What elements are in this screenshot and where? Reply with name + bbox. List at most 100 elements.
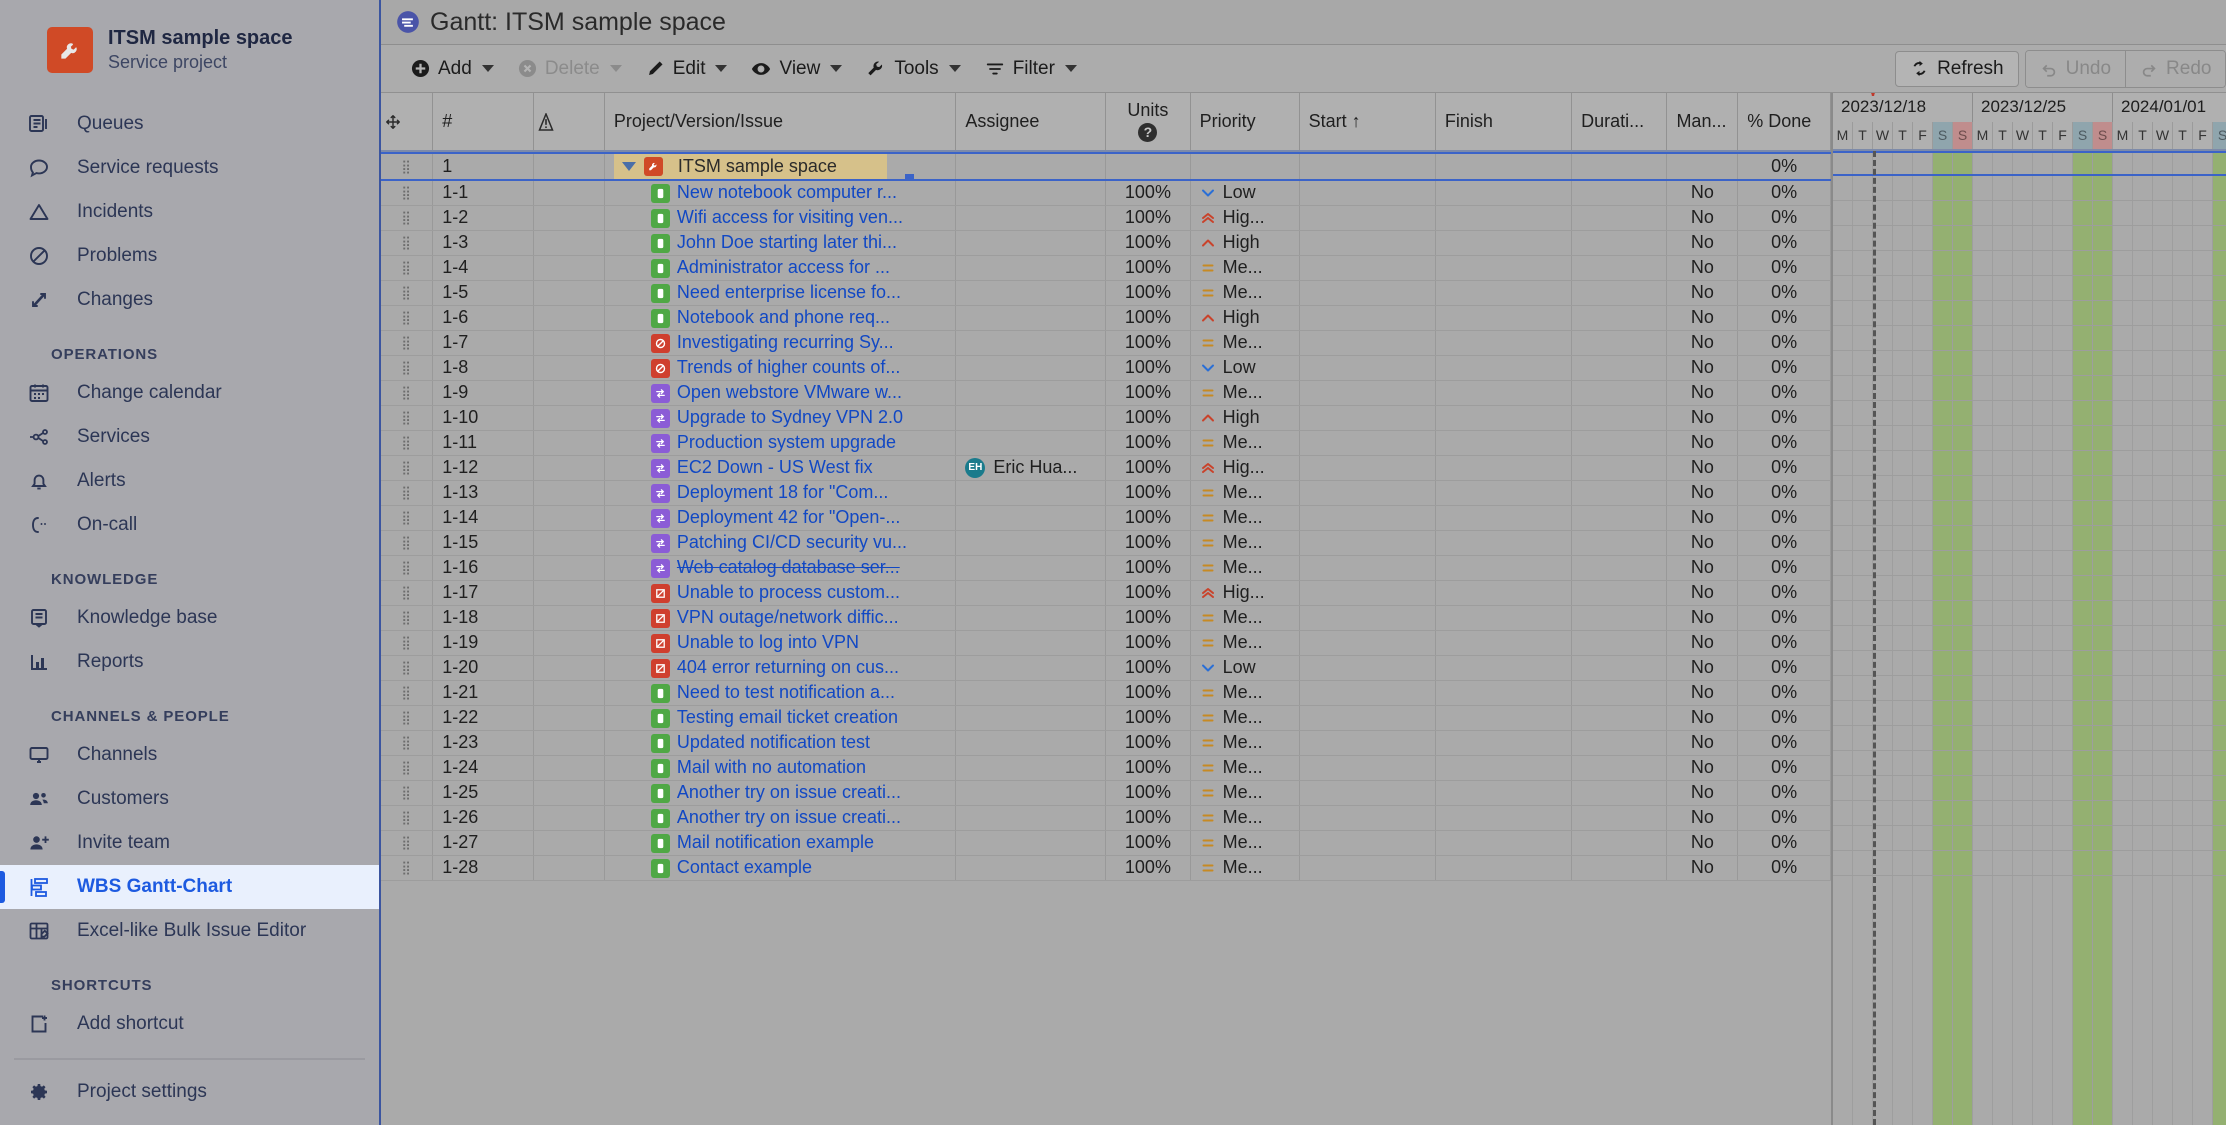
row-priority[interactable]: Me... [1190,680,1300,706]
table-row[interactable]: ⣿ 1-9 Open webstore VMware w... 100% Me... No… [381,380,1831,406]
sidebar-item-customers[interactable]: Customers [0,777,379,821]
row-drag-handle[interactable]: ⣿ [381,280,434,306]
row-done[interactable]: 0% [1737,655,1831,681]
issue-link[interactable]: Administrator access for ... [677,257,890,277]
row-units[interactable]: 100% [1105,755,1191,781]
view-button[interactable]: View [739,52,854,86]
row-start[interactable] [1299,355,1436,381]
row-assignee[interactable] [955,680,1107,706]
row-finish[interactable] [1435,380,1573,406]
row-drag-handle[interactable]: ⣿ [381,330,434,356]
row-finish[interactable] [1435,430,1573,456]
row-name[interactable]: Unable to log into VPN [604,630,957,656]
row-duration[interactable] [1571,180,1668,206]
issue-link[interactable]: Notebook and phone req... [677,307,890,327]
summary-row[interactable]: ⣿ 1 ITSM sample space 0% [381,153,1831,181]
row-priority[interactable]: Me... [1190,605,1300,631]
row-manual[interactable]: No [1666,505,1739,531]
column-project-version-issue[interactable]: Project/Version/Issue [604,93,957,151]
row-units[interactable]: 100% [1105,330,1191,356]
row-done[interactable]: 0% [1737,455,1831,481]
row-finish[interactable] [1435,330,1573,356]
row-name[interactable]: Web catalog database ser... [604,555,957,581]
row-name[interactable]: VPN outage/network diffic... [604,605,957,631]
row-units[interactable]: 100% [1105,180,1191,206]
row-assignee[interactable] [955,855,1107,881]
row-priority[interactable]: Me... [1190,780,1300,806]
row-units[interactable]: 100% [1105,780,1191,806]
row-finish[interactable] [1435,705,1573,731]
sidebar-item-change-calendar[interactable]: Change calendar [0,371,379,415]
row-drag-handle[interactable]: ⣿ [381,205,434,231]
row-assignee[interactable] [955,305,1107,331]
filter-button[interactable]: Filter [973,52,1089,86]
row-finish[interactable] [1435,255,1573,281]
row-manual[interactable]: No [1666,330,1739,356]
row-name[interactable]: ITSM sample space [604,153,957,181]
row-manual[interactable]: No [1666,655,1739,681]
row-start[interactable] [1299,205,1436,231]
row-units[interactable]: 100% [1105,855,1191,881]
issue-link[interactable]: Mail notification example [677,832,874,852]
issue-link[interactable]: New notebook computer r... [677,182,897,202]
summary-bar-end-handle[interactable] [904,174,914,179]
row-duration[interactable] [1571,505,1668,531]
row-done[interactable]: 0% [1737,630,1831,656]
row-duration[interactable] [1571,605,1668,631]
sidebar-item-services[interactable]: Services [0,415,379,459]
row-finish[interactable] [1435,230,1573,256]
row-finish[interactable] [1435,455,1573,481]
row-units[interactable]: 100% [1105,205,1191,231]
sidebar-item-reports[interactable]: Reports [0,640,379,684]
row-done[interactable]: 0% [1737,755,1831,781]
row-priority[interactable]: Me... [1190,630,1300,656]
row-start[interactable] [1299,305,1436,331]
row-priority[interactable]: Me... [1190,430,1300,456]
row-manual[interactable]: No [1666,680,1739,706]
table-row[interactable]: ⣿ 1-3 John Doe starting later thi... 100% Hi… [381,230,1831,256]
row-name[interactable]: New notebook computer r... [604,180,957,206]
row-units[interactable]: 100% [1105,705,1191,731]
row-done[interactable]: 0% [1737,280,1831,306]
row-duration[interactable] [1571,780,1668,806]
row-finish[interactable] [1435,655,1573,681]
row-assignee[interactable] [955,355,1107,381]
table-row[interactable]: ⣿ 1-26 Another try on issue creati... 100% M… [381,805,1831,831]
issue-link[interactable]: Contact example [677,857,812,877]
issue-link[interactable]: Unable to process custom... [677,582,900,602]
row-drag-handle[interactable]: ⣿ [381,680,434,706]
row-priority[interactable]: Me... [1190,555,1300,581]
row-duration[interactable] [1571,205,1668,231]
row-drag-handle[interactable]: ⣿ [381,405,434,431]
row-units[interactable]: 100% [1105,355,1191,381]
table-row[interactable]: ⣿ 1-25 Another try on issue creati... 100% M… [381,780,1831,806]
row-units[interactable]: 100% [1105,830,1191,856]
row-start[interactable] [1299,630,1436,656]
table-row[interactable]: ⣿ 1-17 Unable to process custom... 100% Hig.… [381,580,1831,606]
row-start[interactable] [1299,805,1436,831]
issue-link[interactable]: Testing email ticket creation [677,707,898,727]
row-units[interactable]: 100% [1105,805,1191,831]
table-row[interactable]: ⣿ 1-6 Notebook and phone req... 100% High No 0… [381,305,1831,331]
sidebar-item-knowledge-base[interactable]: Knowledge base [0,596,379,640]
row-assignee[interactable] [955,205,1107,231]
issue-link[interactable]: Need enterprise license fo... [677,282,901,302]
row-finish[interactable] [1435,855,1573,881]
row-start[interactable] [1299,330,1436,356]
row-done[interactable]: 0% [1737,530,1831,556]
row-finish[interactable] [1435,630,1573,656]
row-drag-handle[interactable]: ⣿ [381,730,434,756]
table-row[interactable]: ⣿ 1-11 Production system upgrade 100% Me... N… [381,430,1831,456]
row-manual[interactable]: No [1666,380,1739,406]
column-drag-handle[interactable] [381,93,434,151]
column-finish[interactable]: Finish [1435,93,1573,151]
row-units[interactable]: 100% [1105,230,1191,256]
row-start[interactable] [1299,855,1436,881]
row-name[interactable]: Patching CI/CD security vu... [604,530,957,556]
row-manual[interactable]: No [1666,430,1739,456]
row-finish[interactable] [1435,355,1573,381]
row-drag-handle[interactable]: ⣿ [381,180,434,206]
row-drag-handle[interactable]: ⣿ [381,355,434,381]
row-assignee[interactable] [955,780,1107,806]
row-finish[interactable] [1435,180,1573,206]
